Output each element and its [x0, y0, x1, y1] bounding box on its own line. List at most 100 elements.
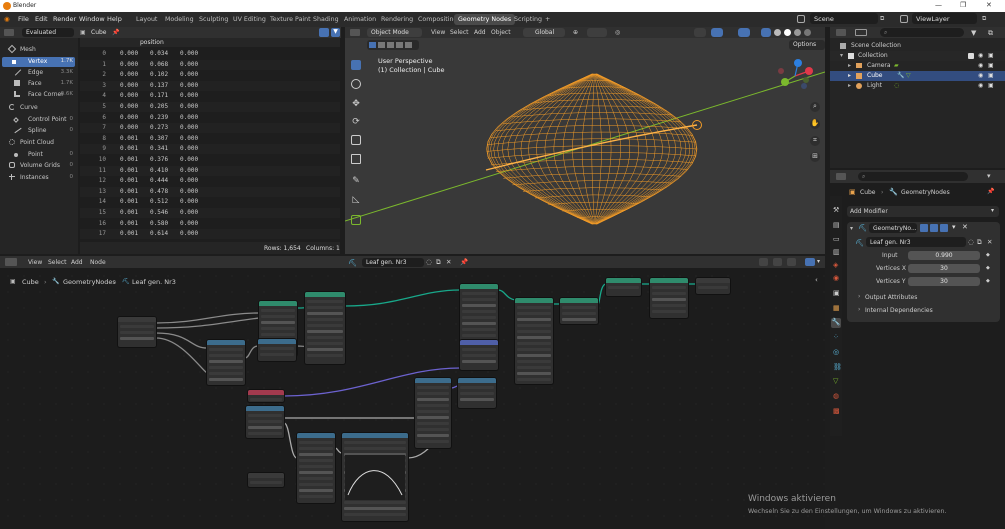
view-layer-selector[interactable]: ViewLayer	[912, 13, 977, 24]
render-tab-icon[interactable]: ▤	[833, 221, 840, 229]
math-node-1[interactable]	[207, 340, 245, 385]
nav-spline[interactable]: Spline 0	[2, 126, 75, 136]
evaluation-mode-dropdown[interactable]: Evaluated	[22, 28, 74, 37]
map-range-node-2[interactable]	[297, 433, 335, 503]
transform-orientation-dropdown[interactable]: Global	[523, 28, 565, 37]
pin-icon[interactable]: 📌	[112, 29, 119, 36]
edit-mode-toggle[interactable]	[920, 224, 928, 232]
render-camera-icon[interactable]: ▣	[988, 52, 994, 59]
float-curve-node[interactable]	[342, 433, 408, 521]
node-group-selector[interactable]: Leaf gen. Nr3	[866, 237, 966, 247]
keyframe-dot-icon[interactable]: ◆	[986, 278, 990, 284]
scene-selector[interactable]: Scene	[810, 13, 878, 24]
menu-render[interactable]: Render	[53, 15, 76, 23]
shading-rendered-icon[interactable]	[804, 29, 811, 36]
nav-edge[interactable]: Edge 3.3K	[2, 68, 75, 78]
visibility-eye-icon[interactable]: ◉	[978, 62, 983, 69]
expand-arrow-icon[interactable]: ▸	[848, 82, 851, 89]
set-position-offset-node[interactable]	[460, 340, 498, 370]
nav-instances[interactable]: Instances 0	[2, 173, 75, 183]
outliner-row-cube[interactable]: ▸ Cube 🔧 ▽ ◉ ▣	[830, 71, 1005, 81]
properties-search-input[interactable]: ⌕	[858, 172, 968, 181]
add-workspace-button[interactable]: +	[541, 14, 554, 25]
fake-user-icon[interactable]: ◌	[426, 258, 432, 266]
display-mode-icon[interactable]	[855, 29, 867, 36]
scene-icon[interactable]	[797, 15, 805, 23]
map-range-node-1[interactable]	[415, 378, 451, 448]
pivot-icon[interactable]: ⊕	[573, 29, 578, 36]
separate-xyz-node[interactable]	[246, 406, 284, 438]
nav-face[interactable]: Face 1.7K	[2, 79, 75, 89]
tab-geometry-nodes[interactable]: Geometry Nodes	[454, 14, 516, 25]
tab-shading[interactable]: Shading	[309, 14, 343, 25]
tab-sculpting[interactable]: Sculpting	[195, 14, 232, 25]
outliner-row-camera[interactable]: ▸ Camera ▰ ◉ ▣	[830, 61, 1005, 71]
object-mode-dropdown[interactable]: Object Mode	[367, 28, 422, 37]
outliner-row-collection[interactable]: ▾ Collection ◉ ▣	[830, 51, 1005, 61]
internal-dependencies-section[interactable]: Internal Dependencies	[865, 307, 933, 314]
shading-wireframe-icon[interactable]	[774, 29, 781, 36]
pan-hand-icon[interactable]: ✋	[810, 119, 820, 129]
menu-file[interactable]: File	[18, 15, 29, 23]
combine-xyz-node-2[interactable]	[458, 378, 496, 408]
view-object-types-icon[interactable]	[694, 28, 706, 37]
group-output-node[interactable]	[696, 278, 730, 294]
new-scene-icon[interactable]: ⧉	[880, 15, 884, 23]
parent-node-tree-icon[interactable]	[759, 258, 768, 266]
viewport-menu-object[interactable]: Object	[491, 29, 511, 36]
expand-arrow-icon[interactable]: ▸	[848, 62, 851, 69]
shading-material-icon[interactable]	[794, 29, 801, 36]
nav-face-corner[interactable]: Face Corner 6.6K	[2, 90, 75, 100]
vertices-x-field[interactable]: 30	[908, 264, 980, 273]
new-view-layer-icon[interactable]: ⧉	[982, 15, 986, 23]
zoom-icon[interactable]: ⌕	[810, 102, 820, 112]
blender-menu-icon[interactable]: ◉	[4, 15, 10, 23]
node-menu-view[interactable]: View	[28, 259, 42, 266]
unlink-icon[interactable]: ✕	[987, 238, 992, 246]
exclude-checkbox[interactable]	[968, 53, 974, 59]
constraints-tab-icon[interactable]: ⛓	[833, 363, 842, 371]
editor-type-icon[interactable]	[5, 258, 17, 266]
node-tree-icon[interactable]: ⛏	[348, 259, 357, 267]
output-attributes-section[interactable]: Output Attributes	[865, 294, 917, 301]
group-input-node-2[interactable]	[248, 473, 284, 487]
unlink-icon[interactable]: ✕	[446, 258, 451, 266]
tool-tab-icon[interactable]: ⚒	[833, 206, 839, 214]
node-menu-node[interactable]: Node	[90, 259, 106, 266]
pin-icon[interactable]: 📌	[987, 188, 994, 195]
column-header-position[interactable]: position	[140, 39, 164, 46]
node-editor[interactable]: ▣ Cube › 🔧 GeometryNodes › ⛏ Leaf gen. N…	[0, 268, 825, 529]
world-tab-icon[interactable]: ◉	[833, 274, 839, 282]
viewport-menu-select[interactable]: Select	[450, 29, 469, 36]
scene-tab-icon[interactable]: ◈	[833, 261, 838, 269]
nav-volume-grids[interactable]: Volume Grids 0	[2, 161, 75, 171]
data-tab-icon[interactable]: ▽	[833, 377, 838, 385]
new-collection-icon[interactable]: ⧉	[988, 29, 993, 38]
snapping-options-icon[interactable]	[787, 258, 796, 266]
node-menu-add[interactable]: Add	[71, 259, 83, 266]
tab-rendering[interactable]: Rendering	[377, 14, 417, 25]
pin-icon[interactable]: 📌	[460, 258, 468, 266]
outliner-row-scene-collection[interactable]: Scene Collection	[830, 41, 1005, 51]
tab-uv-editing[interactable]: UV Editing	[229, 14, 270, 25]
store-attribute-node[interactable]	[650, 278, 688, 318]
transform-node-2[interactable]	[515, 298, 553, 384]
collapse-arrow-icon[interactable]: ▾	[850, 225, 853, 232]
overlay-toggle[interactable]	[805, 258, 815, 266]
view-layer-icon[interactable]	[900, 15, 908, 23]
expand-arrow-icon[interactable]: ›	[858, 293, 860, 300]
nav-point[interactable]: Point 0	[2, 150, 75, 160]
render-camera-icon[interactable]: ▣	[988, 82, 994, 89]
duplicate-icon[interactable]: ⧉	[977, 238, 982, 247]
editor-type-icon[interactable]	[4, 29, 14, 36]
transform-node[interactable]	[305, 292, 345, 364]
filter-icon[interactable]: ▼	[331, 28, 340, 37]
realize-node[interactable]	[560, 298, 598, 324]
visibility-eye-icon[interactable]: ◉	[978, 52, 983, 59]
visibility-eye-icon[interactable]: ◉	[978, 72, 983, 79]
gizmo-toggle[interactable]	[711, 28, 723, 37]
view-layer-tab-icon[interactable]: ▥	[833, 248, 840, 256]
join-geometry-node[interactable]	[606, 278, 641, 296]
tab-layout[interactable]: Layout	[132, 14, 161, 25]
overlay-toggle[interactable]	[738, 28, 750, 37]
